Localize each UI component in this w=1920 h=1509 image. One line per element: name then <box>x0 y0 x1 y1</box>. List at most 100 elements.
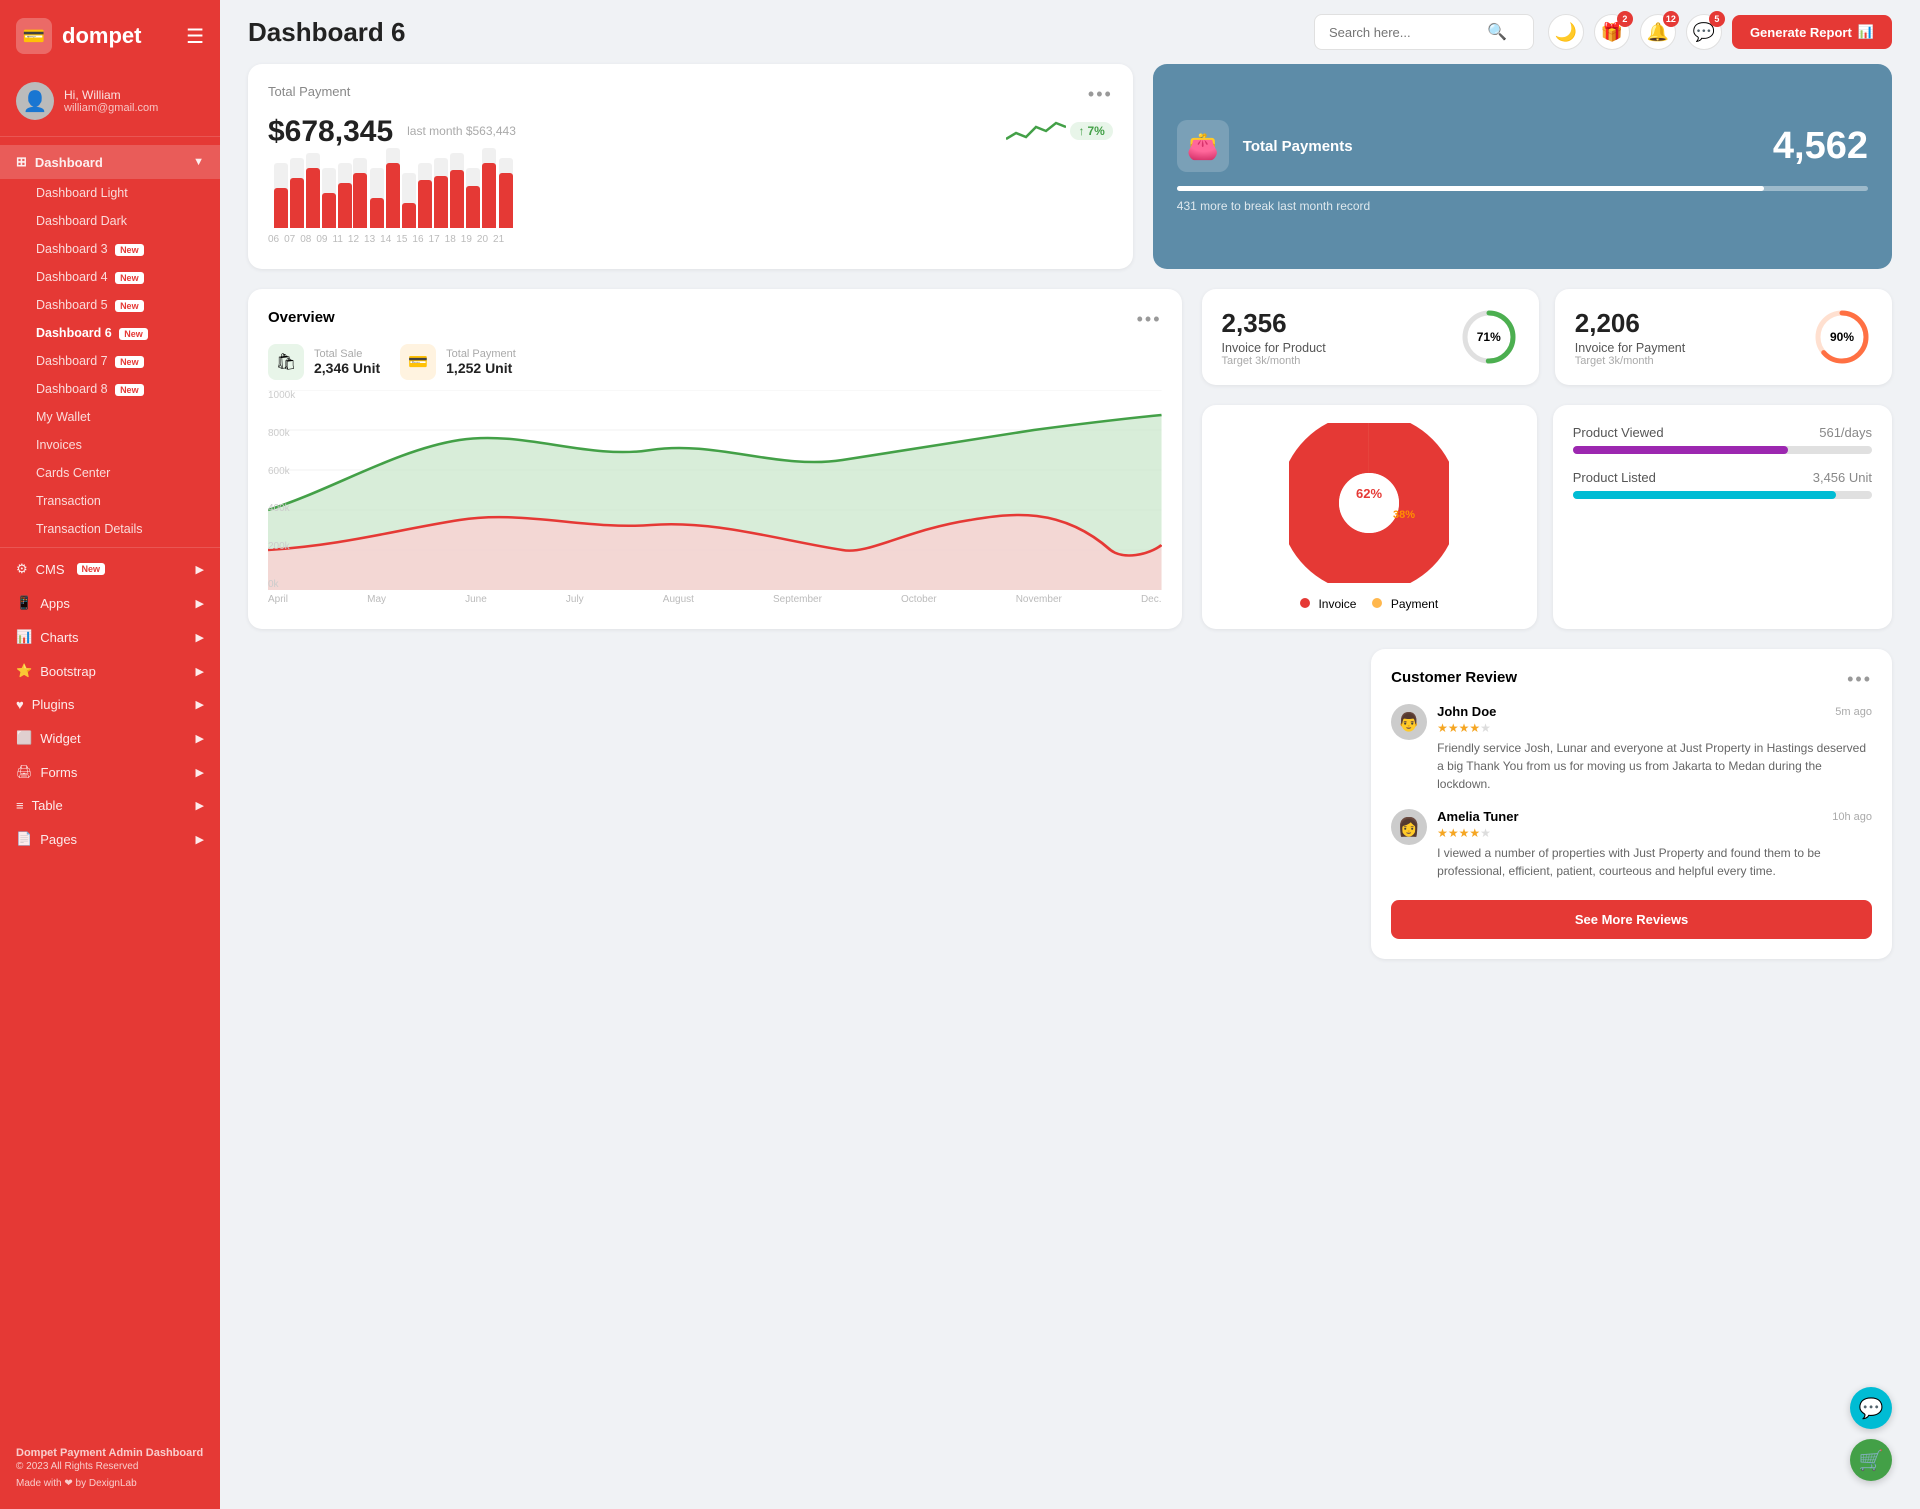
sidebar-item-dashboard-3[interactable]: Dashboard 3 New <box>0 235 220 263</box>
moon-toggle[interactable]: 🌙 <box>1548 14 1584 50</box>
user-greeting: Hi, William <box>64 88 158 102</box>
review-more-icon[interactable]: ••• <box>1847 669 1872 690</box>
wallet-icon: 👛 <box>1177 120 1229 172</box>
row-1: Total Payment ••• $678,345 last month $5… <box>248 64 1892 269</box>
bar-red <box>482 163 496 228</box>
sidebar-item-table[interactable]: ≡ Table ▶ <box>0 789 220 822</box>
gift-button[interactable]: 🎁 2 <box>1594 14 1630 50</box>
sidebar-item-dashboard-7[interactable]: Dashboard 7 New <box>0 347 220 375</box>
search-box: 🔍 <box>1314 14 1534 50</box>
review-stars-1: ★★★★★ <box>1437 721 1872 735</box>
sidebar-item-label: Apps <box>40 596 70 611</box>
sidebar-item-apps[interactable]: 📱 Apps ▶ <box>0 586 220 620</box>
total-payment-stat: 💳 Total Payment 1,252 Unit <box>400 344 516 380</box>
bar-red <box>274 188 288 228</box>
invoice-legend-dot <box>1300 598 1310 608</box>
cms-icon: ⚙ <box>16 561 28 577</box>
bar-label: 18 <box>445 234 456 245</box>
topbar: Dashboard 6 🔍 🌙 🎁 2 🔔 12 💬 5 Generate Re… <box>220 0 1920 64</box>
new-badge: New <box>77 563 106 575</box>
product-viewed-row: Product Viewed 561/days <box>1573 425 1872 454</box>
cart-float-button[interactable]: 🛒 <box>1850 1439 1892 1481</box>
sidebar-item-my-wallet[interactable]: My Wallet <box>0 403 220 431</box>
chevron-down-icon: ▼ <box>193 156 204 168</box>
overview-more-icon[interactable]: ••• <box>1137 309 1162 330</box>
sidebar-item-transaction[interactable]: Transaction <box>0 487 220 515</box>
total-payment-title: Total Payment <box>268 84 350 99</box>
sidebar-item-dashboard-8[interactable]: Dashboard 8 New <box>0 375 220 403</box>
bar-label: 06 <box>268 234 279 245</box>
sidebar-item-bootstrap[interactable]: ⭐ Bootstrap ▶ <box>0 654 220 688</box>
sidebar-item-pages[interactable]: 📄 Pages ▶ <box>0 822 220 856</box>
logo-text: dompet <box>62 23 141 49</box>
sidebar-item-dashboard-4[interactable]: Dashboard 4 New <box>0 263 220 291</box>
review-stars-2: ★★★★★ <box>1437 826 1872 840</box>
floating-buttons: 💬 🛒 <box>1850 1387 1892 1481</box>
sidebar-item-dashboard[interactable]: ⊞ Dashboard ▼ <box>0 145 220 179</box>
bar-label: 09 <box>316 234 327 245</box>
sidebar-item-transaction-details[interactable]: Transaction Details <box>0 515 220 543</box>
bell-badge: 12 <box>1663 11 1679 27</box>
search-input[interactable] <box>1329 25 1479 40</box>
content-area: Total Payment ••• $678,345 last month $5… <box>220 64 1920 987</box>
product-percent-label: 71% <box>1477 330 1501 344</box>
bar-label: 08 <box>300 234 311 245</box>
sidebar-item-plugins[interactable]: ♥ Plugins ▶ <box>0 688 220 721</box>
payment-percent-label: 90% <box>1830 330 1854 344</box>
logo-icon: 💳 <box>16 18 52 54</box>
sidebar-item-dashboard-5[interactable]: Dashboard 5 New <box>0 291 220 319</box>
chat-badge: 5 <box>1709 11 1725 27</box>
sidebar-item-cards-center[interactable]: Cards Center <box>0 459 220 487</box>
sidebar-item-forms[interactable]: 🖨 Forms ▶ <box>0 755 220 789</box>
sidebar-item-charts[interactable]: 📊 Charts ▶ <box>0 620 220 654</box>
total-sale-stat: 🛍 Total Sale 2,346 Unit <box>268 344 380 380</box>
bootstrap-icon: ⭐ <box>16 663 32 679</box>
search-icon: 🔍 <box>1487 22 1507 42</box>
total-payment-card: Total Payment ••• $678,345 last month $5… <box>248 64 1133 269</box>
bell-button[interactable]: 🔔 12 <box>1640 14 1676 50</box>
chat-button[interactable]: 💬 5 <box>1686 14 1722 50</box>
generate-report-button[interactable]: Generate Report 📊 <box>1732 15 1892 49</box>
charts-icon: 📊 <box>16 629 32 645</box>
invoice-payment-label: Invoice for Payment <box>1575 341 1685 355</box>
sidebar-item-dashboard-dark[interactable]: Dashboard Dark <box>0 207 220 235</box>
products-card: Product Viewed 561/days Product Listed 3… <box>1553 405 1892 629</box>
bar-label: 13 <box>364 234 375 245</box>
plugins-icon: ♥ <box>16 697 24 712</box>
review-item-1: 👨 John Doe 5m ago ★★★★★ Friendly service… <box>1391 704 1872 793</box>
bar-label: 20 <box>477 234 488 245</box>
bar-label: 17 <box>429 234 440 245</box>
review-item-2: 👩 Amelia Tuner 10h ago ★★★★★ I viewed a … <box>1391 809 1872 880</box>
sidebar-item-cms[interactable]: ⚙ CMS New ▶ <box>0 552 220 586</box>
bar-label: 11 <box>333 234 343 245</box>
bar-group: 06 <box>268 148 279 245</box>
bar-chart-icon: 📊 <box>1858 24 1874 40</box>
chevron-right-icon: ▶ <box>196 732 204 745</box>
bar-red <box>466 186 480 228</box>
sidebar-item-invoices[interactable]: Invoices <box>0 431 220 459</box>
overview-title: Overview <box>268 309 335 326</box>
new-badge: New <box>115 384 144 396</box>
bar-red <box>418 180 432 228</box>
x-labels: April May June July August September Oct… <box>268 590 1162 605</box>
invoice-product-sub: Target 3k/month <box>1222 355 1326 367</box>
sidebar-item-label: CMS <box>36 562 65 577</box>
product-circle-progress: 71% <box>1459 307 1519 367</box>
more-options-icon[interactable]: ••• <box>1088 84 1113 105</box>
see-more-reviews-button[interactable]: See More Reviews <box>1391 900 1872 939</box>
sidebar-item-label: Charts <box>40 630 78 645</box>
hamburger-icon[interactable]: ☰ <box>186 24 204 49</box>
review-avatar-1: 👨 <box>1391 704 1427 740</box>
review-time-1: 5m ago <box>1835 706 1872 718</box>
table-icon: ≡ <box>16 798 24 813</box>
blue-total-payments-card: 👛 Total Payments 4,562 431 more to break… <box>1153 64 1892 269</box>
avatar: 👤 <box>16 82 54 120</box>
chat-float-button[interactable]: 💬 <box>1850 1387 1892 1429</box>
footer-copyright: © 2023 All Rights Reserved <box>16 1461 204 1472</box>
sidebar-item-dashboard-6[interactable]: Dashboard 6 New <box>0 319 220 347</box>
sidebar-footer: Dompet Payment Admin Dashboard © 2023 Al… <box>0 1433 220 1493</box>
sidebar-item-dashboard-light[interactable]: Dashboard Light <box>0 179 220 207</box>
sidebar-item-widget[interactable]: ⬜ Widget ▶ <box>0 721 220 755</box>
page-title: Dashboard 6 <box>248 17 1300 48</box>
widget-icon: ⬜ <box>16 730 32 746</box>
